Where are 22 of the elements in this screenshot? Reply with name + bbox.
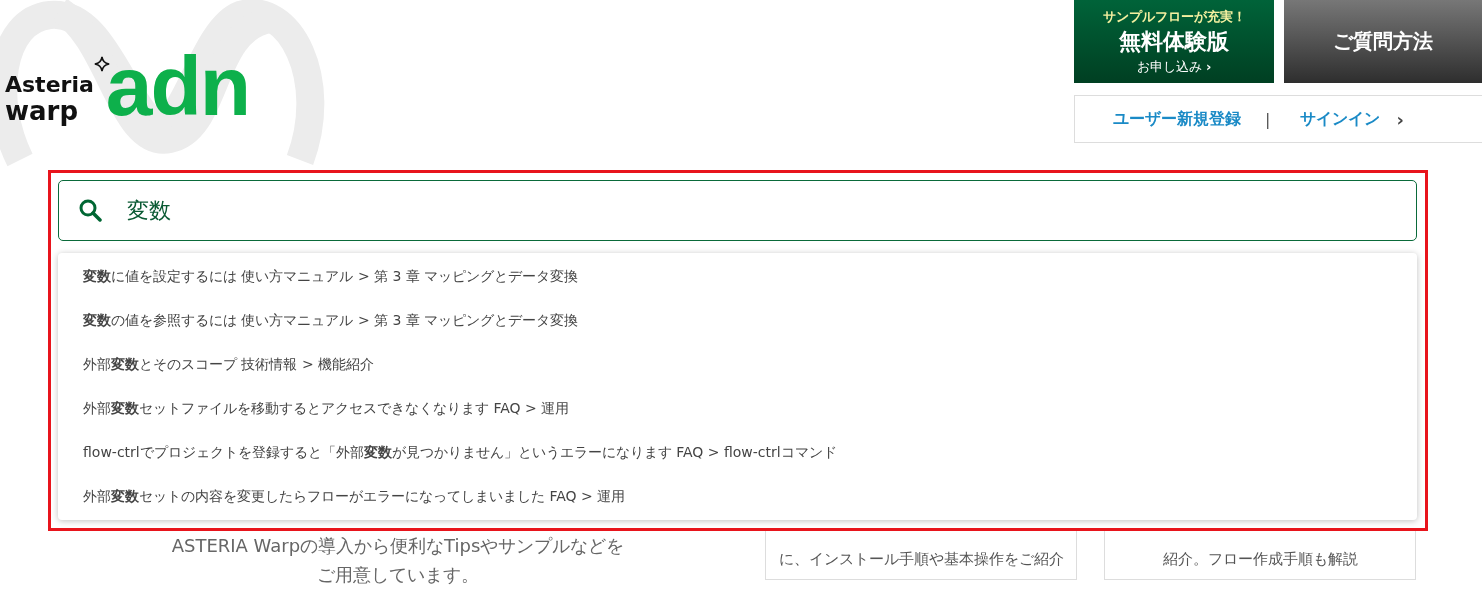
- intro-text: ご用意しています。: [317, 563, 479, 587]
- suggestion-item[interactable]: 変数の値を参照するには 使い方マニュアル > 第 3 章 マッピングとデータ変換: [58, 298, 1417, 342]
- brand-name: Asteria: [5, 72, 94, 98]
- chevron-icon: ›: [1396, 108, 1404, 130]
- search-icon: [78, 198, 102, 222]
- sign-in-link[interactable]: サインイン: [1300, 108, 1381, 130]
- suggestion-item[interactable]: 外部変数セットの内容を変更したらフローがエラーになってしまいました FAQ > 運用: [58, 474, 1417, 518]
- suggestion-item[interactable]: 変数に値を設定するには 使い方マニュアル > 第 3 章 マッピングとデータ変換: [58, 254, 1417, 298]
- intro-text: ASTERIA Warpの導入から便利なTipsやサンプルなどを: [171, 534, 625, 558]
- search-field[interactable]: 変数: [58, 180, 1417, 241]
- suggestion-item[interactable]: flow-ctrlでプロジェクトを登録すると「外部変数が見つかりません」というエラーになります FAQ > flow-ctrlコマンド: [58, 430, 1417, 474]
- suggestion-item[interactable]: 外部変数とそのスコープ 技術情報 > 機能紹介: [58, 342, 1417, 386]
- suggestion-item[interactable]: 外部変数セットファイルを移動するとアクセスできなくなります FAQ > 運用: [58, 386, 1417, 430]
- separator: |: [1265, 109, 1271, 129]
- info-card[interactable]: 紹介。フロー作成手順も解説: [1104, 531, 1416, 580]
- sparkle-icon: [93, 56, 110, 72]
- free-trial-button[interactable]: サンプルフローが充実！ 無料体験版 お申し込み ›: [1074, 0, 1274, 83]
- info-card[interactable]: に、インストール手順や基本操作をご紹介: [765, 531, 1077, 580]
- register-link[interactable]: ユーザー新規登録: [1113, 108, 1241, 130]
- brand-name: warp: [5, 98, 79, 124]
- how-to-ask-button[interactable]: ご質問方法: [1284, 0, 1482, 83]
- logo-wordmark: adn: [105, 48, 250, 124]
